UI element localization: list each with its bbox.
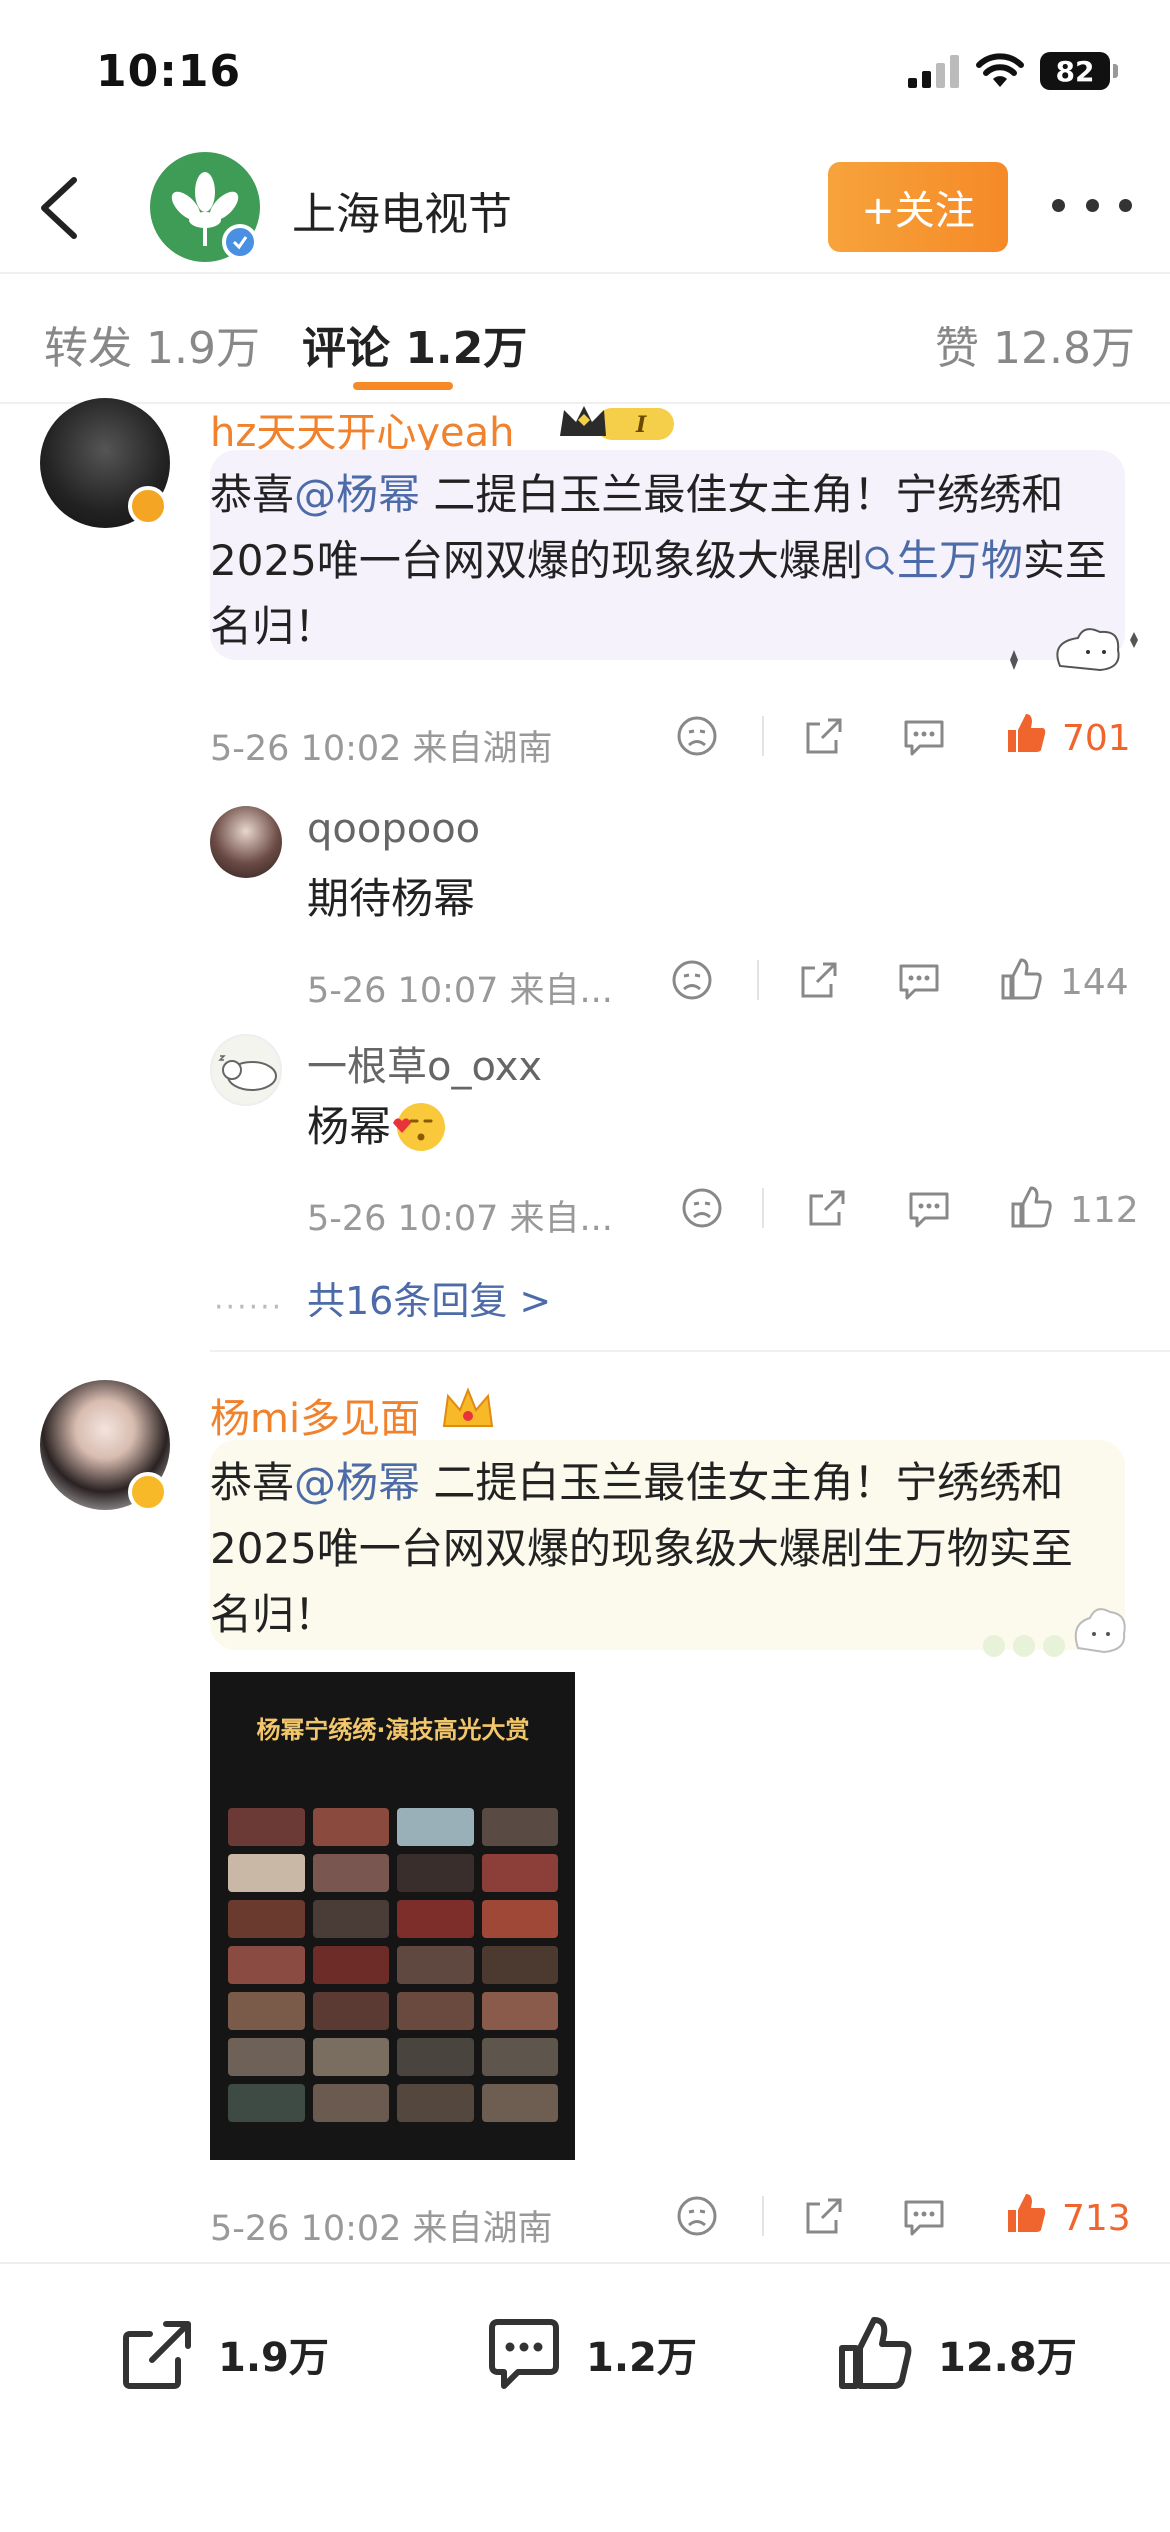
poster-still-grid: [228, 1808, 558, 2122]
share-button[interactable]: [802, 2194, 846, 2238]
share-button[interactable]: [805, 1186, 849, 1230]
comment-username[interactable]: 杨mi多见面: [210, 1386, 420, 1444]
crown-badge-icon: [442, 1387, 494, 1427]
reply-username[interactable]: qoopooo: [307, 806, 480, 852]
comment-meta: 5-26 10:02 来自湖南: [210, 729, 553, 769]
back-button[interactable]: [30, 174, 90, 242]
like-count: 701: [1062, 718, 1131, 759]
bubble-sticker-icon: [1010, 628, 1138, 672]
reply-username[interactable]: 一根草o_oxx: [307, 1034, 542, 1092]
like-count: 112: [1070, 1190, 1139, 1231]
mention-link[interactable]: @杨幂: [294, 1458, 420, 1507]
share-button[interactable]: [802, 714, 846, 758]
avatar[interactable]: [210, 806, 282, 878]
comment-count: 1.2万: [586, 2335, 697, 2381]
like-count: 144: [1060, 962, 1129, 1003]
like-thumbs-up-icon[interactable]: [1004, 2190, 1048, 2236]
like-count: 713: [1062, 2198, 1131, 2239]
reply-text: 杨幂: [307, 1094, 447, 1160]
bottom-action-bar: 1.9万 1.2万 12.8万: [0, 2262, 1170, 2532]
thumbs-up-icon: [839, 2317, 912, 2389]
dislike-emoji-button[interactable]: [675, 714, 719, 758]
comment-text: 恭喜@杨幂 二提白玉兰最佳女主角！宁绣绣和2025唯一台网双爆的现象级大爆剧生万…: [210, 1458, 1073, 1639]
follow-button[interactable]: +关注: [828, 162, 1008, 252]
more-options-button[interactable]: [1052, 180, 1132, 230]
comment-meta: 5-26 10:02 来自湖南: [210, 2209, 553, 2249]
chevron-left-icon: [41, 177, 77, 239]
comment-text: 恭喜@杨幂 二提白玉兰最佳女主角！宁绣绣和2025唯一台网双爆的现象级大爆剧生万…: [210, 470, 1107, 651]
comment-divider: [210, 1350, 1170, 1352]
reply-button[interactable]: [902, 714, 946, 758]
search-icon: [865, 546, 894, 576]
status-bar: 10:16 82: [0, 0, 1170, 140]
tab-likes[interactable]: 赞 12.8万: [935, 312, 1135, 376]
dot-icon: [1052, 198, 1065, 212]
comment-icon: [489, 2319, 559, 2389]
like-button[interactable]: 12.8万: [836, 2304, 1077, 2404]
like-thumbs-up-icon[interactable]: [999, 956, 1043, 1002]
action-separator: [762, 1188, 764, 1228]
mention-link[interactable]: @杨幂: [294, 470, 420, 519]
comment-image[interactable]: 杨幂宁绣绣·演技高光大赏: [210, 1672, 575, 2160]
dislike-emoji-button[interactable]: [680, 1186, 724, 1230]
vip-crown-badge-icon: I: [560, 406, 674, 440]
status-icons: 82: [908, 52, 1118, 90]
svg-text:I: I: [635, 412, 647, 438]
action-separator: [762, 2196, 764, 2236]
tab-repost[interactable]: 转发 1.9万: [44, 312, 260, 376]
nav-bar: 上海电视节 +关注: [0, 140, 1170, 274]
poster-title: 杨幂宁绣绣·演技高光大赏: [256, 1716, 530, 1744]
active-tab-indicator: [353, 382, 453, 390]
dot-icon: [1119, 198, 1132, 212]
verified-badge-icon: [128, 1472, 168, 1512]
member-badge-icon: [128, 486, 168, 526]
sheep-avatar-icon: [218, 1055, 277, 1091]
repost-button[interactable]: 1.9万: [120, 2304, 329, 2404]
replies-dots-decoration: ······: [214, 1290, 284, 1325]
action-separator: [762, 716, 764, 756]
share-button[interactable]: [797, 958, 841, 1002]
cellular-signal-icon: [908, 55, 959, 88]
reply-text: 期待杨幂: [307, 874, 476, 923]
reply-button[interactable]: [907, 1186, 951, 1230]
tab-bar: 转发 1.9万 评论 1.2万 赞 12.8万: [0, 274, 1170, 404]
verified-badge-icon: [222, 224, 258, 260]
more-replies-link[interactable]: 共16条回复 >: [307, 1270, 551, 1325]
like-thumbs-up-icon[interactable]: [1004, 710, 1048, 756]
reply-meta: 5-26 10:07 来自...: [307, 1199, 613, 1239]
tab-comments[interactable]: 评论 1.2万: [302, 312, 527, 376]
topic-link[interactable]: 生万物: [863, 536, 1023, 585]
dot-icon: [1085, 198, 1099, 212]
action-separator: [757, 960, 759, 1000]
account-name[interactable]: 上海电视节: [292, 178, 512, 242]
dislike-emoji-button[interactable]: [670, 958, 714, 1002]
bubble-sticker-icon: [983, 1608, 1126, 1657]
wifi-icon: [976, 53, 1024, 87]
like-thumbs-up-icon[interactable]: [1009, 1184, 1053, 1230]
like-count: 12.8万: [938, 2335, 1077, 2381]
share-icon: [123, 2321, 191, 2389]
kiss-emoji-icon: [393, 1103, 446, 1151]
avatar[interactable]: [210, 1034, 282, 1106]
reply-meta: 5-26 10:07 来自...: [307, 971, 613, 1011]
dislike-emoji-button[interactable]: [675, 2194, 719, 2238]
status-time: 10:16: [96, 46, 242, 97]
repost-count: 1.9万: [218, 2335, 329, 2381]
reply-button[interactable]: [902, 2194, 946, 2238]
comment-button[interactable]: 1.2万: [484, 2304, 697, 2404]
reply-button[interactable]: [897, 958, 941, 1002]
battery-indicator: 82: [1040, 52, 1118, 90]
